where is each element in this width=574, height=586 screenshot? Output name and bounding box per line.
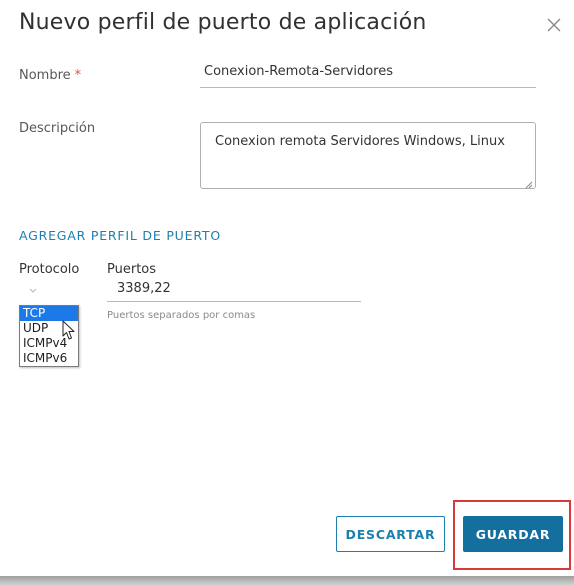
new-app-port-profile-dialog: Nuevo perfil de puerto de aplicación Nom… (0, 0, 574, 586)
protocol-header: Protocolo (19, 262, 80, 277)
protocol-option-tcp[interactable]: TCP (20, 306, 78, 321)
ports-hint: Puertos separados por comas (107, 310, 256, 321)
name-label: Nombre * (19, 68, 81, 83)
required-mark: * (74, 68, 82, 83)
ports-input[interactable]: 3389,22 (107, 281, 361, 302)
description-value: Conexion remota Servidores Windows, Linu… (215, 134, 505, 149)
save-button[interactable]: GUARDAR (463, 516, 563, 552)
ports-header: Puertos (107, 262, 157, 277)
mouse-pointer-icon (62, 320, 78, 342)
name-input-value: Conexion-Remota-Servidores (204, 64, 393, 79)
resize-handle-icon[interactable] (525, 178, 533, 189)
ports-input-value: 3389,22 (117, 281, 171, 296)
chevron-down-icon (29, 288, 37, 293)
dialog-bottom-shadow (0, 576, 574, 586)
description-label: Descripción (19, 121, 96, 136)
name-input[interactable]: Conexion-Remota-Servidores (200, 64, 536, 88)
protocol-option-icmpv6[interactable]: ICMPv6 (20, 351, 78, 366)
dialog-title: Nuevo perfil de puerto de aplicación (19, 10, 427, 35)
discard-button[interactable]: DESCARTAR (336, 516, 445, 552)
description-textarea[interactable]: Conexion remota Servidores Windows, Linu… (200, 122, 536, 189)
close-icon[interactable] (544, 15, 564, 35)
protocol-select[interactable] (19, 283, 47, 301)
name-label-text: Nombre (19, 68, 71, 83)
add-port-profile-heading: AGREGAR PERFIL DE PUERTO (19, 228, 221, 243)
